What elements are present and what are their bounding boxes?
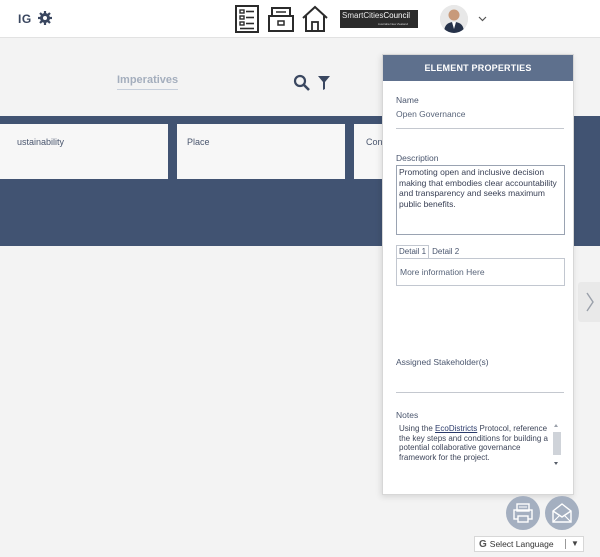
tab-detail-2[interactable]: Detail 2 xyxy=(429,245,462,258)
logo-text-a: SmartCities xyxy=(342,11,384,20)
smart-cities-council-logo: SmartCitiesCouncil Australia New Zealand xyxy=(340,10,418,28)
top-bar: IG SmartCitiesCouncil Australia New Zeal… xyxy=(0,0,600,38)
email-button[interactable] xyxy=(545,496,579,530)
user-avatar[interactable] xyxy=(440,5,468,33)
chevron-right-icon xyxy=(586,292,594,312)
ecodistricts-link[interactable]: EcoDistricts xyxy=(435,424,477,433)
imperative-card-place[interactable]: Place xyxy=(177,124,345,179)
notes-label: Notes xyxy=(396,410,419,420)
dropdown-separator xyxy=(565,539,566,549)
checklist-icon[interactable] xyxy=(232,4,262,34)
home-icon[interactable] xyxy=(300,4,330,34)
stakeholders-field[interactable] xyxy=(396,392,564,393)
filter-icon[interactable] xyxy=(317,75,331,91)
stakeholders-label: Assigned Stakeholder(s) xyxy=(396,357,489,367)
gear-icon[interactable] xyxy=(37,10,53,26)
detail-field[interactable]: More information Here xyxy=(396,258,565,286)
tab-imperatives[interactable]: Imperatives xyxy=(117,74,179,90)
mail-icon xyxy=(552,503,572,523)
card-label: Place xyxy=(187,137,210,147)
inbox-tray-icon[interactable] xyxy=(266,4,296,34)
avatar-image xyxy=(440,5,468,33)
notes-text-prefix: Using the xyxy=(399,424,436,433)
search-icon[interactable] xyxy=(293,74,311,92)
panel-title: ELEMENT PROPERTIES xyxy=(383,55,573,81)
scroll-down-arrow[interactable] xyxy=(554,462,558,465)
select-language-dropdown[interactable]: G Select Language ▼ xyxy=(474,536,584,552)
name-field[interactable]: Open Governance xyxy=(396,109,465,119)
description-label: Description xyxy=(396,153,439,163)
dropdown-arrow-icon[interactable]: ▼ xyxy=(571,537,579,551)
description-textarea[interactable]: Promoting open and inclusive decision ma… xyxy=(396,165,565,235)
logo-subtext: Australia New Zealand xyxy=(377,22,408,26)
print-button[interactable] xyxy=(506,496,540,530)
name-label: Name xyxy=(396,95,419,105)
imperative-card-sustainability[interactable]: ustainability xyxy=(0,124,168,179)
tab-detail-1[interactable]: Detail 1 xyxy=(396,245,430,258)
notes-scrollbar[interactable] xyxy=(551,421,562,473)
print-icon xyxy=(513,503,533,523)
element-properties-panel: ELEMENT PROPERTIES Name Open Governance … xyxy=(382,54,574,495)
detail-tabs: Detail 1 Detail 2 xyxy=(396,245,462,258)
logo-text-b: Council xyxy=(383,11,411,20)
next-arrow-button[interactable] xyxy=(578,282,600,322)
card-label: ustainability xyxy=(17,137,65,147)
scroll-thumb[interactable] xyxy=(553,432,561,455)
select-language-label: Select Language xyxy=(489,539,554,549)
name-underline xyxy=(396,128,564,129)
chevron-down-icon[interactable] xyxy=(478,14,487,23)
notes-textarea[interactable]: Using the EcoDistricts Protocol, referen… xyxy=(396,421,565,473)
google-g-icon: G xyxy=(479,539,487,550)
scroll-up-arrow[interactable] xyxy=(554,424,558,427)
brand-text: IG xyxy=(18,12,32,26)
